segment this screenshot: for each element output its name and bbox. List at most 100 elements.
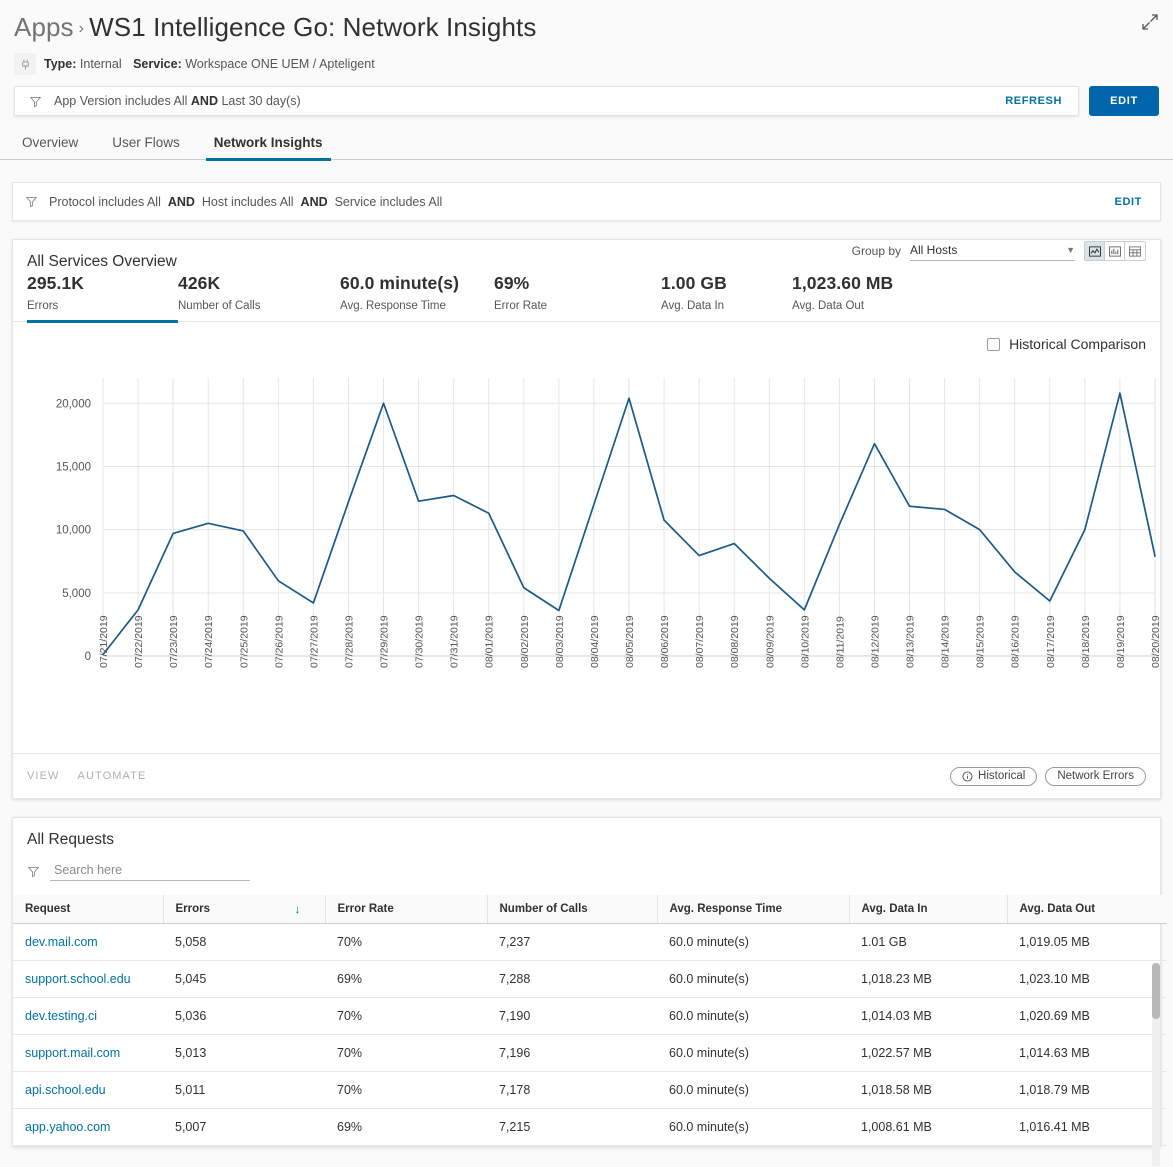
requests-card-title: All Requests <box>13 818 1160 851</box>
table-cell: 1,008.61 MB <box>849 1109 1007 1146</box>
kpi-avg-data-in-label: Avg. Data In <box>661 300 792 312</box>
breadcrumb: Apps›WS1 Intelligence Go: Network Insigh… <box>14 10 1159 46</box>
table-grid-icon[interactable] <box>1125 242 1145 260</box>
table-row: support.mail.com5,01370%7,19660.0 minute… <box>13 1035 1167 1072</box>
kpi-error-rate-value: 69% <box>494 273 661 294</box>
chart-svg: 05,00010,00015,00020,00007/21/201907/22/… <box>13 358 1160 753</box>
table-scrollbar-thumb[interactable] <box>1152 963 1160 1019</box>
edit-button[interactable]: EDIT <box>1089 86 1159 116</box>
chart-x-axis-tick-label: 08/16/2019 <box>1010 615 1022 668</box>
tab-overview[interactable]: Overview <box>14 131 86 161</box>
kpi-number-of-calls-value: 426K <box>178 273 340 294</box>
view-action[interactable]: VIEW <box>27 770 60 782</box>
view-toggle-group <box>1084 241 1146 261</box>
column-header-errors[interactable]: Errors ↓ <box>163 895 325 924</box>
kpi-errors-label: Errors <box>27 300 178 312</box>
table-cell: 5,013 <box>163 1035 325 1072</box>
sub-filter-text: Protocol includes All AND Host includes … <box>49 195 1109 209</box>
sort-desc-icon: ↓ <box>295 902 301 916</box>
chart-x-axis-tick-label: 08/02/2019 <box>519 615 531 668</box>
search-input[interactable] <box>50 861 250 881</box>
kpi-errors-value: 295.1K <box>27 273 178 294</box>
table-row: dev.mail.com5,05870%7,23760.0 minute(s)1… <box>13 924 1167 961</box>
request-link[interactable]: support.mail.com <box>13 1035 163 1072</box>
request-link[interactable]: app.yahoo.com <box>13 1109 163 1146</box>
pill-network-errors[interactable]: Network Errors <box>1045 767 1146 786</box>
page-header: Apps›WS1 Intelligence Go: Network Insigh… <box>0 0 1173 75</box>
table-cell: 1.01 GB <box>849 924 1007 961</box>
footer-actions: VIEW AUTOMATE <box>27 770 146 782</box>
column-header-number-of-calls[interactable]: Number of Calls <box>487 895 657 924</box>
chart-x-axis-tick-label: 08/05/2019 <box>624 615 636 668</box>
group-by-label: Group by <box>852 244 901 258</box>
requests-search-row <box>13 851 1160 895</box>
chart-x-axis-tick-label: 08/20/2019 <box>1150 615 1160 668</box>
info-icon <box>962 771 973 782</box>
sub-filter-and-2: AND <box>301 195 328 209</box>
chart-y-axis-tick-label: 10,000 <box>56 525 91 537</box>
request-link[interactable]: support.school.edu <box>13 961 163 998</box>
automate-action[interactable]: AUTOMATE <box>78 770 147 782</box>
chart-x-axis-tick-label: 07/31/2019 <box>449 615 461 668</box>
chart-x-axis-tick-label: 08/09/2019 <box>764 615 776 668</box>
column-header-error-rate[interactable]: Error Rate <box>325 895 487 924</box>
table-scrollbar[interactable] <box>1152 963 1160 1166</box>
global-filter-row: App Version includes All AND Last 30 day… <box>0 86 1173 116</box>
expand-icon[interactable] <box>1140 12 1160 32</box>
column-header-request[interactable]: Request <box>13 895 163 924</box>
sub-filter-edit-button[interactable]: EDIT <box>1109 196 1148 208</box>
sub-filter-and-1: AND <box>168 195 195 209</box>
column-header-avg-data-out[interactable]: Avg. Data Out <box>1007 895 1167 924</box>
app-plugin-icon <box>14 53 36 75</box>
table-cell: 60.0 minute(s) <box>657 1072 849 1109</box>
kpi-avg-data-out[interactable]: 1,023.60 MB Avg. Data Out <box>792 273 893 323</box>
column-header-avg-data-in[interactable]: Avg. Data In <box>849 895 1007 924</box>
breadcrumb-root[interactable]: Apps <box>14 12 74 42</box>
sub-filter-bar[interactable]: Protocol includes All AND Host includes … <box>12 182 1161 221</box>
chart-x-axis-tick-label: 08/03/2019 <box>554 615 566 668</box>
bar-chart-icon[interactable] <box>1105 242 1125 260</box>
chart-x-axis-tick-label: 07/25/2019 <box>238 615 250 668</box>
table-cell: 1,014.63 MB <box>1007 1035 1167 1072</box>
kpi-error-rate[interactable]: 69% Error Rate <box>494 273 661 323</box>
kpi-avg-data-in[interactable]: 1.00 GB Avg. Data In <box>661 273 792 323</box>
table-cell: 1,014.03 MB <box>849 998 1007 1035</box>
table-header-row: Request Errors ↓ Error Rate Number of Ca… <box>13 895 1167 924</box>
table-cell: 7,196 <box>487 1035 657 1072</box>
all-services-overview-card: All Services Overview Group by All Hosts… <box>12 239 1161 799</box>
refresh-button[interactable]: REFRESH <box>999 95 1068 107</box>
global-filter-bar[interactable]: App Version includes All AND Last 30 day… <box>14 86 1079 116</box>
table-row: dev.testing.ci5,03670%7,19060.0 minute(s… <box>13 998 1167 1035</box>
line-chart-icon[interactable] <box>1085 242 1105 260</box>
table-cell: 69% <box>325 961 487 998</box>
all-requests-card: All Requests Request Errors ↓ Error Rate… <box>12 817 1161 1147</box>
kpi-avg-response-time[interactable]: 60.0 minute(s) Avg. Response Time <box>340 273 494 323</box>
pill-historical[interactable]: Historical <box>950 767 1037 786</box>
table-cell: 1,020.69 MB <box>1007 998 1167 1035</box>
table-cell: 69% <box>325 1109 487 1146</box>
table-cell: 7,215 <box>487 1109 657 1146</box>
tab-bar: Overview User Flows Network Insights <box>0 130 1173 160</box>
table-cell: 5,058 <box>163 924 325 961</box>
chart-x-axis-tick-label: 07/21/2019 <box>98 615 110 668</box>
kpi-number-of-calls[interactable]: 426K Number of Calls <box>178 273 340 323</box>
group-by-select[interactable]: All Hosts ▼ <box>910 241 1075 261</box>
tab-user-flows[interactable]: User Flows <box>104 131 188 161</box>
errors-line-chart: 05,00010,00015,00020,00007/21/201907/22/… <box>13 352 1160 753</box>
kpi-errors[interactable]: 295.1K Errors <box>27 273 178 323</box>
request-link[interactable]: dev.mail.com <box>13 924 163 961</box>
chart-x-axis-tick-label: 07/23/2019 <box>168 615 180 668</box>
column-header-avg-response-time[interactable]: Avg. Response Time <box>657 895 849 924</box>
footer-pills: Historical Network Errors <box>950 767 1146 786</box>
request-link[interactable]: dev.testing.ci <box>13 998 163 1035</box>
request-link[interactable]: api.school.edu <box>13 1072 163 1109</box>
table-cell: 1,018.23 MB <box>849 961 1007 998</box>
historical-comparison-checkbox[interactable] <box>987 338 1000 351</box>
chart-y-axis-tick-label: 20,000 <box>56 398 91 410</box>
chart-x-axis-tick-label: 08/14/2019 <box>940 615 952 668</box>
type-value: Internal <box>80 57 122 71</box>
table-cell: 1,022.57 MB <box>849 1035 1007 1072</box>
kpi-avg-response-time-value: 60.0 minute(s) <box>340 273 494 294</box>
global-filter-text-2: Last 30 day(s) <box>221 94 300 108</box>
tab-network-insights[interactable]: Network Insights <box>206 131 331 161</box>
